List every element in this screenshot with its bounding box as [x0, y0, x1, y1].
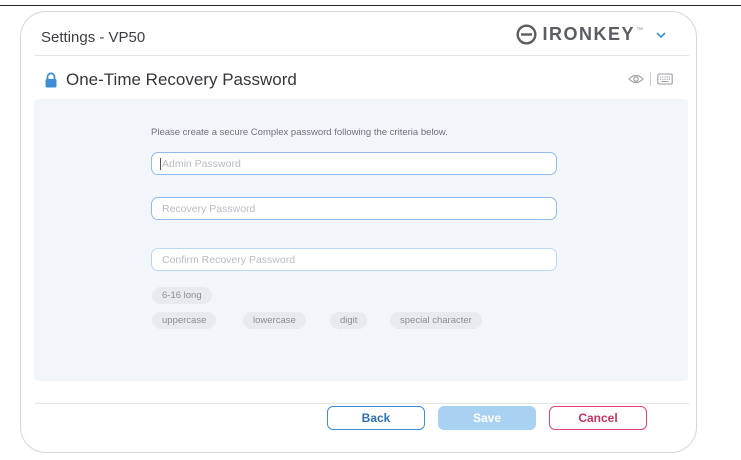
brand-trademark: ™ [636, 26, 643, 34]
criteria-length-badge: 6-16 long [152, 287, 212, 304]
brand-menu[interactable]: IRONKEY ™ [516, 24, 667, 45]
back-button[interactable]: Back [327, 406, 425, 430]
confirm-recovery-password-input[interactable] [151, 248, 557, 271]
top-edge-line [0, 5, 741, 6]
header-icon-separator [650, 72, 651, 86]
settings-window: Settings - VP50 IRONKEY ™ One-Time Recov… [20, 11, 697, 453]
recovery-password-input[interactable] [151, 197, 557, 220]
eye-icon[interactable] [628, 73, 644, 85]
ironkey-logo-icon [516, 24, 537, 45]
keyboard-icon[interactable] [657, 73, 673, 85]
header-icons [628, 72, 673, 86]
criteria-lowercase-badge: lowercase [243, 312, 306, 329]
brand-name: IRONKEY [542, 24, 635, 44]
text-cursor [160, 158, 161, 170]
lock-icon [45, 72, 57, 88]
criteria-special-badge: special character [390, 312, 482, 329]
instruction-text: Please create a secure Complex password … [151, 127, 448, 138]
footer-divider [35, 403, 689, 404]
admin-password-input[interactable] [151, 152, 557, 175]
cancel-button[interactable]: Cancel [549, 406, 647, 430]
save-button[interactable]: Save [438, 406, 536, 430]
criteria-digit-badge: digit [330, 312, 368, 329]
chevron-down-icon[interactable] [655, 29, 667, 41]
page-heading: One-Time Recovery Password [44, 70, 297, 90]
form-panel [34, 99, 688, 381]
criteria-uppercase-badge: uppercase [152, 312, 217, 329]
window-title: Settings - VP50 [41, 29, 146, 46]
page-title: One-Time Recovery Password [66, 70, 297, 89]
title-divider [35, 55, 689, 56]
